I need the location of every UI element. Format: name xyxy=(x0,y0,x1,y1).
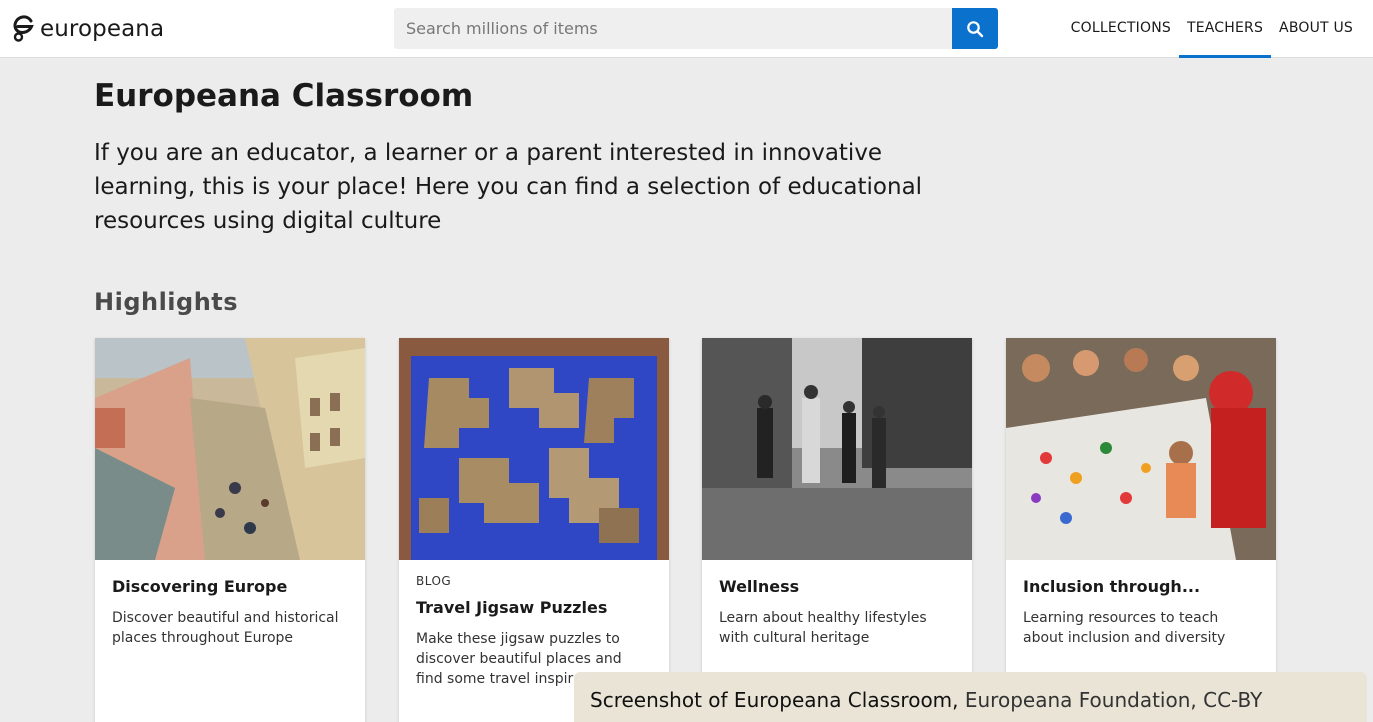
page-title: Europeana Classroom xyxy=(94,78,474,114)
main-nav: COLLECTIONS TEACHERS ABOUT US xyxy=(1063,0,1361,58)
search-input[interactable] xyxy=(394,8,952,49)
card-title: Travel Jigsaw Puzzles xyxy=(416,598,608,617)
card-description: Learn about healthy lifestyles with cult… xyxy=(719,610,927,646)
highlight-card-travel-jigsaw[interactable]: BLOG Travel Jigsaw Puzzles Make these ji… xyxy=(399,338,669,722)
card-title: Wellness xyxy=(719,577,800,596)
card-description: Discover beautiful and historical places… xyxy=(112,610,339,646)
image-caption: Screenshot of Europeana Classroom, Europ… xyxy=(574,672,1367,722)
intro-text: If you are an educator, a learner or a p… xyxy=(94,140,923,234)
card-tag: BLOG xyxy=(416,574,452,588)
nav-teachers[interactable]: TEACHERS xyxy=(1178,0,1272,58)
highlights-heading: Highlights xyxy=(94,288,239,316)
highlight-card-discovering-europe[interactable]: Discovering Europe Discover beautiful an… xyxy=(95,338,365,722)
nav-collections[interactable]: COLLECTIONS xyxy=(1063,0,1179,58)
site-header: europeana COLLECTIONS TEACHERS ABOUT US xyxy=(0,0,1373,58)
search-icon xyxy=(967,20,984,37)
logo-text: europeana xyxy=(40,16,165,42)
painting-street-scene-image[interactable] xyxy=(95,338,365,560)
children-painting-photo-image[interactable] xyxy=(1006,338,1276,560)
caption-credit: Europeana Foundation, CC-BY xyxy=(958,688,1263,712)
jigsaw-map-image[interactable] xyxy=(399,338,669,560)
highlight-card-inclusion[interactable]: Inclusion through... Learning resources … xyxy=(1006,338,1276,722)
europeana-logo-icon xyxy=(13,15,34,42)
bw-runners-photo-image[interactable] xyxy=(702,338,972,560)
card-title: Discovering Europe xyxy=(112,577,288,596)
nav-about-us[interactable]: ABOUT US xyxy=(1271,0,1361,58)
caption-bold: Screenshot of Europeana Classroom, xyxy=(590,688,959,712)
search-button[interactable] xyxy=(952,8,998,49)
card-title: Inclusion through... xyxy=(1023,577,1201,596)
highlight-card-wellness[interactable]: Wellness Learn about healthy lifestyles … xyxy=(702,338,972,722)
search-bar xyxy=(394,8,998,49)
card-description: Learning resources to teach about inclus… xyxy=(1023,610,1226,646)
europeana-logo[interactable]: europeana xyxy=(12,14,164,44)
